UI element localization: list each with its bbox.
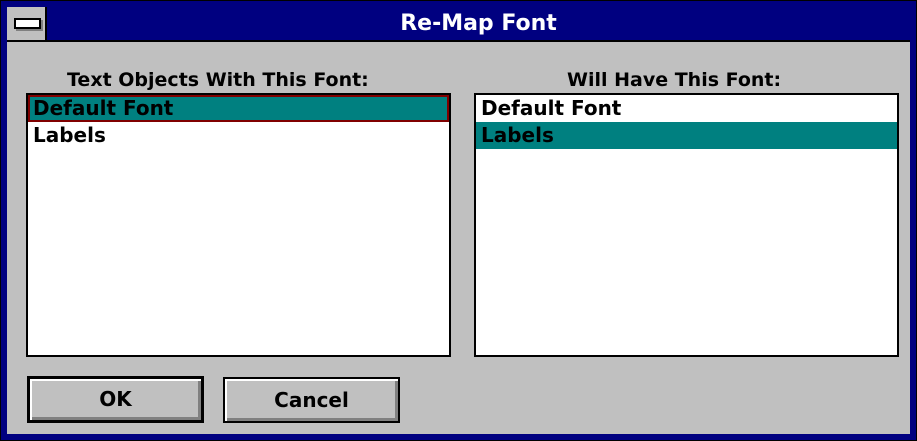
list-item[interactable]: Labels bbox=[28, 122, 449, 149]
re-map-font-dialog: Re-Map Font Text Objects With This Font:… bbox=[0, 0, 917, 441]
window-title: Re-Map Font bbox=[400, 11, 557, 36]
list-item[interactable]: Default Font bbox=[476, 95, 897, 122]
list-item[interactable]: Labels bbox=[476, 122, 897, 149]
cancel-button-label: Cancel bbox=[274, 388, 349, 412]
system-menu-icon bbox=[14, 18, 41, 29]
source-font-list-label: Text Objects With This Font: bbox=[67, 69, 369, 91]
cancel-button[interactable]: Cancel bbox=[223, 377, 400, 423]
list-item[interactable]: Default Font bbox=[28, 95, 449, 122]
ok-button[interactable]: OK bbox=[27, 376, 204, 423]
title-bar[interactable]: Re-Map Font bbox=[7, 7, 910, 42]
target-font-list[interactable]: Default Font Labels bbox=[474, 93, 899, 357]
target-font-list-label: Will Have This Font: bbox=[567, 69, 782, 91]
ok-button-label: OK bbox=[99, 387, 132, 411]
source-font-list[interactable]: Default Font Labels bbox=[26, 93, 451, 357]
system-menu-button[interactable] bbox=[7, 7, 47, 40]
